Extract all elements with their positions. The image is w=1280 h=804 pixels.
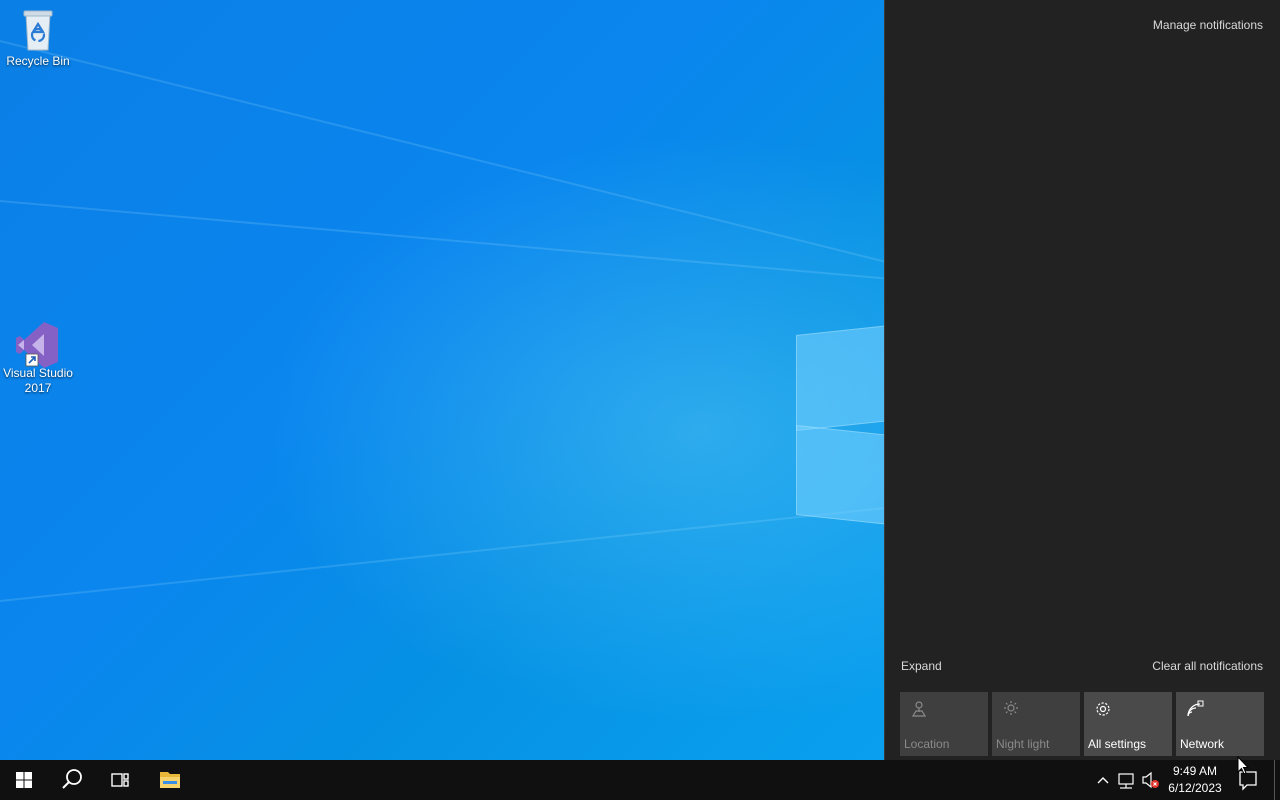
action-center-panel: Manage notifications Expand Clear all no…	[884, 0, 1280, 760]
desktop-icon-label: Recycle Bin	[6, 54, 70, 68]
tray-volume-button[interactable]	[1139, 760, 1163, 800]
chevron-up-icon	[1097, 777, 1109, 784]
network-icon	[1118, 773, 1134, 789]
desktop-icon-visual-studio[interactable]: Visual Studio 2017	[0, 320, 76, 396]
windows-logo-icon	[16, 772, 32, 788]
quick-action-label: Night light	[996, 737, 1050, 751]
taskbar-file-explorer[interactable]	[146, 760, 194, 800]
search-icon	[62, 769, 82, 789]
quick-action-night-light[interactable]: Night light	[992, 692, 1080, 756]
tray-network-button[interactable]	[1115, 760, 1139, 800]
search-button[interactable]	[48, 760, 96, 800]
desktop-icon-label: Visual Studio 2017	[3, 366, 73, 395]
network-icon	[1186, 700, 1204, 718]
file-explorer-icon	[160, 772, 180, 788]
recycle-bin-icon	[14, 8, 62, 52]
task-view-button[interactable]	[96, 760, 144, 800]
quick-action-network[interactable]: Network	[1176, 692, 1264, 756]
tray-time: 9:49 AM	[1172, 764, 1218, 778]
clear-all-notifications-link[interactable]: Clear all notifications	[1152, 659, 1263, 673]
night-light-icon	[1002, 700, 1020, 718]
quick-action-location[interactable]: Location	[900, 692, 988, 756]
quick-action-label: Network	[1180, 737, 1225, 751]
expand-quick-actions-link[interactable]: Expand	[901, 659, 942, 673]
light-beam	[0, 200, 997, 290]
quick-action-label: Location	[904, 737, 950, 751]
taskbar: 9:49 AM 6/12/2023	[0, 760, 1280, 800]
tray-clock[interactable]: 9:49 AM 6/12/2023	[1163, 760, 1227, 800]
show-hidden-icons-button[interactable]	[1092, 760, 1114, 800]
start-button[interactable]	[0, 760, 48, 800]
light-beam	[0, 40, 971, 284]
location-icon	[910, 700, 928, 718]
quick-action-label: All settings	[1088, 737, 1147, 751]
quick-action-all-settings[interactable]: All settings	[1084, 692, 1172, 756]
visual-studio-icon	[14, 320, 62, 368]
tray-date: 6/12/2023	[1168, 781, 1222, 795]
desktop-icon-recycle-bin[interactable]: Recycle Bin	[0, 8, 76, 69]
mouse-cursor-icon	[1237, 755, 1250, 780]
manage-notifications-link[interactable]: Manage notifications	[1153, 18, 1263, 32]
show-desktop-button[interactable]	[1274, 760, 1275, 800]
gear-icon	[1094, 700, 1112, 718]
volume-muted-icon	[1142, 771, 1159, 789]
task-view-icon	[111, 773, 129, 787]
